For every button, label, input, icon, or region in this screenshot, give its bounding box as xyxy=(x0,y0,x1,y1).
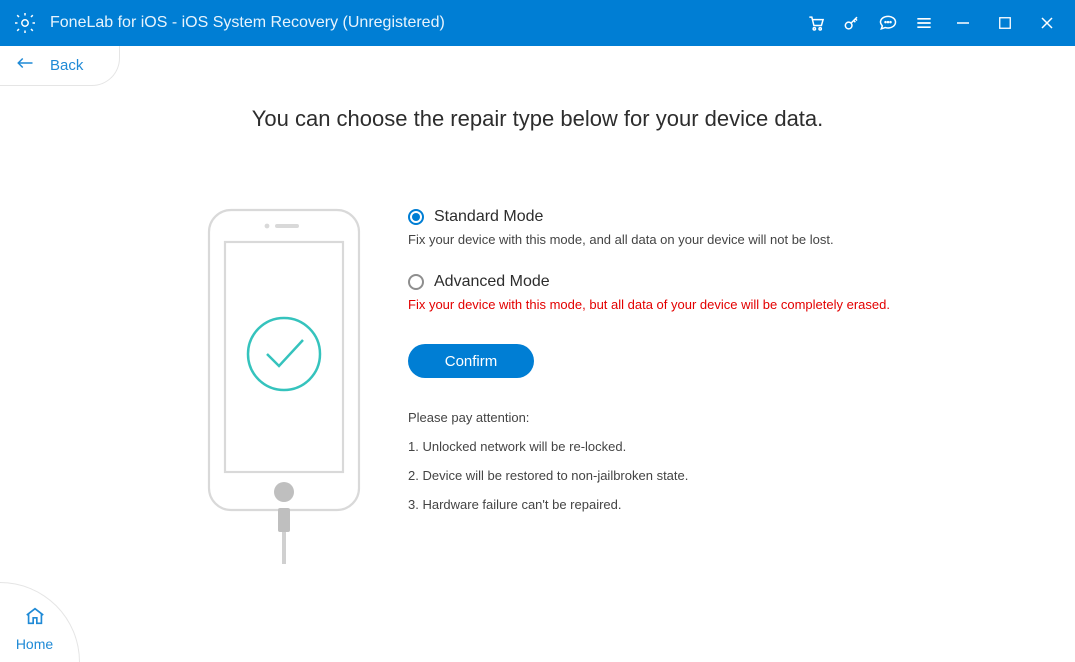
attention-item-1: 1. Unlocked network will be re-locked. xyxy=(408,439,968,454)
close-button[interactable] xyxy=(1033,9,1061,37)
advanced-mode-radio[interactable] xyxy=(408,274,424,290)
confirm-button[interactable]: Confirm xyxy=(408,344,534,378)
home-icon xyxy=(23,605,47,632)
standard-mode-label: Standard Mode xyxy=(434,208,543,226)
feedback-icon[interactable] xyxy=(877,12,899,34)
content: Back You can choose the repair type belo… xyxy=(0,46,1075,662)
attention-header: Please pay attention: xyxy=(408,410,968,425)
standard-mode-desc: Fix your device with this mode, and all … xyxy=(408,232,968,247)
attention-block: Please pay attention: 1. Unlocked networ… xyxy=(408,410,968,512)
maximize-button[interactable] xyxy=(991,9,1019,37)
titlebar-actions xyxy=(805,9,1061,37)
advanced-mode-label: Advanced Mode xyxy=(434,273,550,291)
key-icon[interactable] xyxy=(841,12,863,34)
home-button[interactable]: Home xyxy=(0,582,80,662)
window-title: FoneLab for iOS - iOS System Recovery (U… xyxy=(50,14,805,32)
standard-mode-option[interactable]: Standard Mode xyxy=(408,208,968,226)
mode-options: Standard Mode Fix your device with this … xyxy=(408,208,968,526)
app-gear-icon xyxy=(12,10,38,36)
advanced-mode-desc: Fix your device with this mode, but all … xyxy=(408,297,968,312)
titlebar: FoneLab for iOS - iOS System Recovery (U… xyxy=(0,0,1075,46)
back-arrow-icon xyxy=(16,56,34,75)
attention-item-2: 2. Device will be restored to non-jailbr… xyxy=(408,468,968,483)
standard-mode-radio[interactable] xyxy=(408,209,424,225)
page-heading: You can choose the repair type below for… xyxy=(0,106,1075,132)
minimize-button[interactable] xyxy=(949,9,977,37)
cart-icon[interactable] xyxy=(805,12,827,34)
back-label: Back xyxy=(50,57,83,74)
menu-icon[interactable] xyxy=(913,12,935,34)
attention-item-3: 3. Hardware failure can't be repaired. xyxy=(408,497,968,512)
back-button[interactable]: Back xyxy=(0,46,120,86)
phone-illustration xyxy=(205,206,377,571)
home-label: Home xyxy=(16,636,53,652)
app-window: FoneLab for iOS - iOS System Recovery (U… xyxy=(0,0,1075,662)
advanced-mode-option[interactable]: Advanced Mode xyxy=(408,273,968,291)
